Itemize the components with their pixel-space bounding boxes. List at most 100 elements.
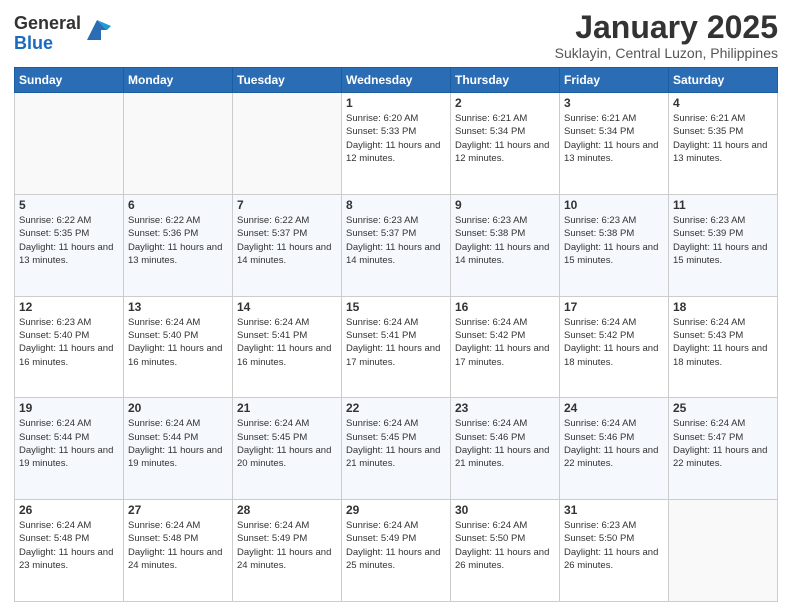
day-info: Sunrise: 6:24 AMSunset: 5:42 PMDaylight:… [564,316,664,369]
calendar-cell: 24 Sunrise: 6:24 AMSunset: 5:46 PMDayligh… [560,398,669,500]
day-number: 29 [346,503,446,517]
calendar-table: Sunday Monday Tuesday Wednesday Thursday… [14,67,778,602]
day-info: Sunrise: 6:23 AMSunset: 5:50 PMDaylight:… [564,519,664,572]
title-location: Suklayin, Central Luzon, Philippines [555,45,778,61]
day-info: Sunrise: 6:21 AMSunset: 5:34 PMDaylight:… [455,112,555,165]
day-info: Sunrise: 6:24 AMSunset: 5:47 PMDaylight:… [673,417,773,470]
header-sunday: Sunday [15,68,124,93]
day-number: 27 [128,503,228,517]
calendar-cell: 15 Sunrise: 6:24 AMSunset: 5:41 PMDayligh… [342,296,451,398]
day-number: 28 [237,503,337,517]
title-block: January 2025 Suklayin, Central Luzon, Ph… [555,10,778,61]
day-info: Sunrise: 6:23 AMSunset: 5:40 PMDaylight:… [19,316,119,369]
calendar-cell: 8 Sunrise: 6:23 AMSunset: 5:37 PMDaylight… [342,194,451,296]
calendar-cell: 27 Sunrise: 6:24 AMSunset: 5:48 PMDayligh… [124,500,233,602]
header-wednesday: Wednesday [342,68,451,93]
header-tuesday: Tuesday [233,68,342,93]
header-monday: Monday [124,68,233,93]
day-info: Sunrise: 6:21 AMSunset: 5:34 PMDaylight:… [564,112,664,165]
day-number: 6 [128,198,228,212]
day-info: Sunrise: 6:24 AMSunset: 5:41 PMDaylight:… [346,316,446,369]
day-info: Sunrise: 6:22 AMSunset: 5:37 PMDaylight:… [237,214,337,267]
day-number: 13 [128,300,228,314]
calendar-cell: 9 Sunrise: 6:23 AMSunset: 5:38 PMDaylight… [451,194,560,296]
title-month: January 2025 [555,10,778,45]
calendar-cell: 12 Sunrise: 6:23 AMSunset: 5:40 PMDayligh… [15,296,124,398]
calendar-week-2: 5 Sunrise: 6:22 AMSunset: 5:35 PMDaylight… [15,194,778,296]
day-info: Sunrise: 6:23 AMSunset: 5:39 PMDaylight:… [673,214,773,267]
day-number: 24 [564,401,664,415]
day-number: 17 [564,300,664,314]
header-saturday: Saturday [669,68,778,93]
calendar-cell [669,500,778,602]
calendar-cell: 13 Sunrise: 6:24 AMSunset: 5:40 PMDayligh… [124,296,233,398]
day-number: 5 [19,198,119,212]
day-info: Sunrise: 6:23 AMSunset: 5:37 PMDaylight:… [346,214,446,267]
calendar-cell: 20 Sunrise: 6:24 AMSunset: 5:44 PMDayligh… [124,398,233,500]
day-info: Sunrise: 6:24 AMSunset: 5:48 PMDaylight:… [19,519,119,572]
day-number: 20 [128,401,228,415]
day-info: Sunrise: 6:20 AMSunset: 5:33 PMDaylight:… [346,112,446,165]
day-info: Sunrise: 6:24 AMSunset: 5:46 PMDaylight:… [455,417,555,470]
day-number: 12 [19,300,119,314]
calendar-week-4: 19 Sunrise: 6:24 AMSunset: 5:44 PMDayligh… [15,398,778,500]
day-info: Sunrise: 6:23 AMSunset: 5:38 PMDaylight:… [455,214,555,267]
day-info: Sunrise: 6:24 AMSunset: 5:46 PMDaylight:… [564,417,664,470]
calendar-cell: 10Sunrise: 6:23 AMSunset: 5:38 PMDayligh… [560,194,669,296]
calendar-cell: 2Sunrise: 6:21 AMSunset: 5:34 PMDaylight… [451,93,560,195]
day-number: 22 [346,401,446,415]
page: General Blue January 2025 Suklayin, Cent… [0,0,792,612]
day-info: Sunrise: 6:24 AMSunset: 5:48 PMDaylight:… [128,519,228,572]
calendar-cell: 30 Sunrise: 6:24 AMSunset: 5:50 PMDayligh… [451,500,560,602]
day-number: 21 [237,401,337,415]
day-info: Sunrise: 6:24 AMSunset: 5:49 PMDaylight:… [346,519,446,572]
day-number: 18 [673,300,773,314]
logo-general: General [14,14,81,34]
calendar-cell: 1 Sunrise: 6:20 AMSunset: 5:33 PMDaylight… [342,93,451,195]
calendar-cell [124,93,233,195]
calendar-cell: 3 Sunrise: 6:21 AMSunset: 5:34 PMDaylight… [560,93,669,195]
calendar-cell: 28Sunrise: 6:24 AMSunset: 5:49 PMDayligh… [233,500,342,602]
header-friday: Friday [560,68,669,93]
calendar-cell: 14Sunrise: 6:24 AMSunset: 5:41 PMDayligh… [233,296,342,398]
calendar-cell: 21 Sunrise: 6:24 AMSunset: 5:45 PMDayligh… [233,398,342,500]
weekday-header-row: Sunday Monday Tuesday Wednesday Thursday… [15,68,778,93]
calendar-cell: 18 Sunrise: 6:24 AMSunset: 5:43 PMDayligh… [669,296,778,398]
day-info: Sunrise: 6:24 AMSunset: 5:43 PMDaylight:… [673,316,773,369]
day-info: Sunrise: 6:22 AMSunset: 5:36 PMDaylight:… [128,214,228,267]
logo: General Blue [14,14,111,54]
day-number: 1 [346,96,446,110]
calendar-week-5: 26Sunrise: 6:24 AMSunset: 5:48 PMDayligh… [15,500,778,602]
day-number: 11 [673,198,773,212]
day-info: Sunrise: 6:24 AMSunset: 5:44 PMDaylight:… [128,417,228,470]
day-number: 3 [564,96,664,110]
day-number: 14 [237,300,337,314]
calendar-week-3: 12 Sunrise: 6:23 AMSunset: 5:40 PMDayligh… [15,296,778,398]
day-info: Sunrise: 6:24 AMSunset: 5:40 PMDaylight:… [128,316,228,369]
header-thursday: Thursday [451,68,560,93]
day-number: 15 [346,300,446,314]
day-info: Sunrise: 6:22 AMSunset: 5:35 PMDaylight:… [19,214,119,267]
day-number: 9 [455,198,555,212]
calendar-cell: 17 Sunrise: 6:24 AMSunset: 5:42 PMDayligh… [560,296,669,398]
header: General Blue January 2025 Suklayin, Cent… [14,10,778,61]
calendar-cell: 25 Sunrise: 6:24 AMSunset: 5:47 PMDayligh… [669,398,778,500]
day-info: Sunrise: 6:24 AMSunset: 5:44 PMDaylight:… [19,417,119,470]
day-number: 30 [455,503,555,517]
day-number: 19 [19,401,119,415]
calendar-cell: 26Sunrise: 6:24 AMSunset: 5:48 PMDayligh… [15,500,124,602]
calendar-cell: 4Sunrise: 6:21 AMSunset: 5:35 PMDaylight… [669,93,778,195]
day-info: Sunrise: 6:24 AMSunset: 5:45 PMDaylight:… [346,417,446,470]
day-number: 25 [673,401,773,415]
day-info: Sunrise: 6:23 AMSunset: 5:38 PMDaylight:… [564,214,664,267]
day-number: 16 [455,300,555,314]
day-info: Sunrise: 6:21 AMSunset: 5:35 PMDaylight:… [673,112,773,165]
calendar-cell: 31Sunrise: 6:23 AMSunset: 5:50 PMDayligh… [560,500,669,602]
day-number: 23 [455,401,555,415]
calendar-cell: 23 Sunrise: 6:24 AMSunset: 5:46 PMDayligh… [451,398,560,500]
day-info: Sunrise: 6:24 AMSunset: 5:45 PMDaylight:… [237,417,337,470]
calendar-cell: 19 Sunrise: 6:24 AMSunset: 5:44 PMDayligh… [15,398,124,500]
calendar-cell: 7Sunrise: 6:22 AMSunset: 5:37 PMDaylight… [233,194,342,296]
day-info: Sunrise: 6:24 AMSunset: 5:50 PMDaylight:… [455,519,555,572]
day-number: 8 [346,198,446,212]
